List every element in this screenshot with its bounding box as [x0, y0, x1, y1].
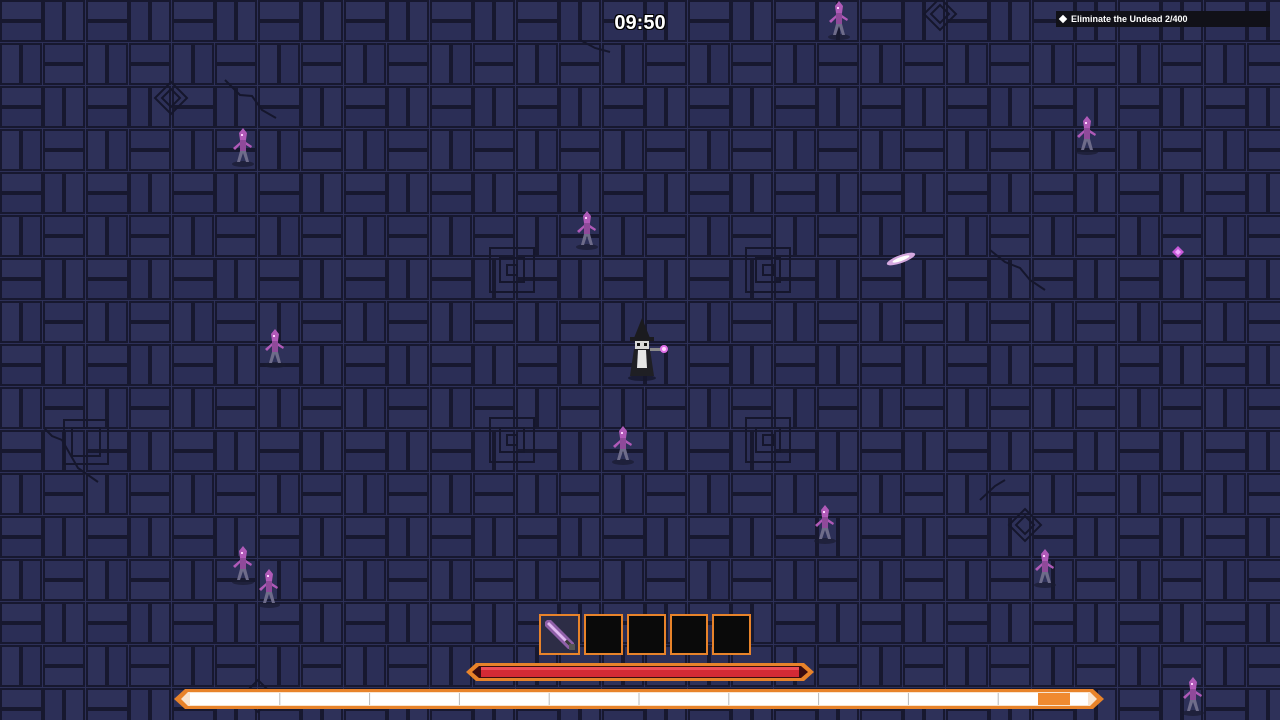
weapon-slot-4[interactable] — [669, 614, 709, 655]
experience-progress-marker — [1038, 693, 1070, 705]
undead-enemy[interactable] — [572, 210, 602, 250]
undead-enemy[interactable] — [1178, 676, 1208, 716]
undead-enemy[interactable] — [228, 127, 258, 167]
magic-projectile — [886, 252, 916, 266]
weapon-slot-3[interactable] — [626, 614, 666, 655]
experience-bar — [174, 689, 1104, 709]
weapon-slot-bar — [539, 614, 751, 655]
diamond-icon — [1058, 14, 1068, 23]
undead-enemy[interactable] — [260, 328, 290, 368]
weapon-slot-5[interactable] — [712, 614, 751, 655]
undead-enemy[interactable] — [254, 568, 284, 608]
undead-enemy[interactable] — [608, 425, 638, 465]
quest-text: Eliminate the Undead 2/400 — [1071, 14, 1188, 24]
weapon-slot-2[interactable] — [584, 614, 623, 655]
undead-enemy[interactable] — [1072, 115, 1102, 155]
undead-enemy[interactable] — [810, 504, 840, 544]
weapon-slot-1[interactable] — [539, 614, 580, 655]
quest-banner: Eliminate the Undead 2/400 — [1056, 11, 1270, 27]
undead-enemy[interactable] — [1030, 548, 1060, 588]
xp-gem-icon[interactable] — [1172, 246, 1184, 258]
player-wizard[interactable] — [620, 318, 670, 382]
magic-wand-icon — [541, 616, 578, 653]
health-bar — [466, 663, 814, 681]
